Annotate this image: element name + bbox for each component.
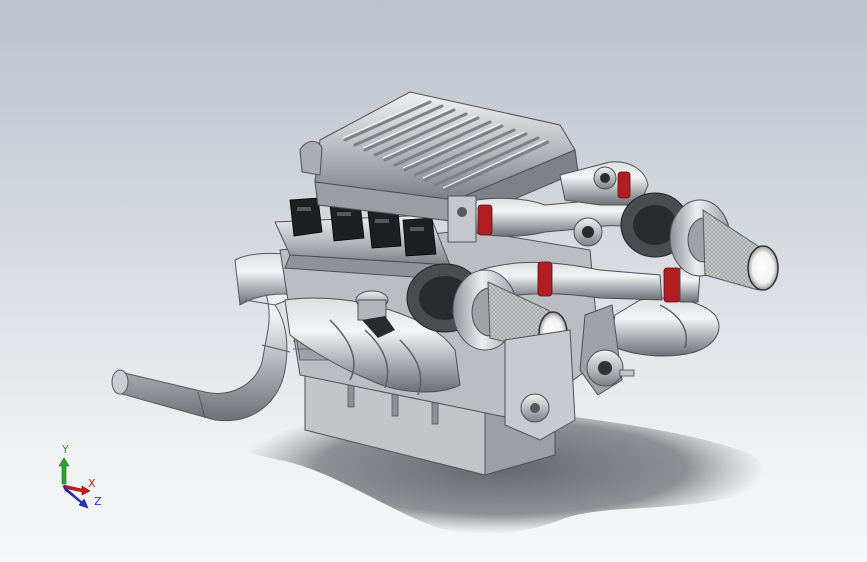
triad-z-label: Z <box>94 495 102 508</box>
exhaust-pipe[interactable] <box>111 252 301 422</box>
orientation-triad[interactable]: Y X Z <box>52 444 107 514</box>
triad-y-label: Y <box>62 443 69 456</box>
right-air-filter[interactable] <box>702 209 779 291</box>
triad-x-label: X <box>88 477 96 490</box>
engine-model[interactable] <box>0 0 867 562</box>
timing-cover[interactable] <box>504 329 576 441</box>
graphics-area[interactable]: Y X Z <box>0 0 867 562</box>
